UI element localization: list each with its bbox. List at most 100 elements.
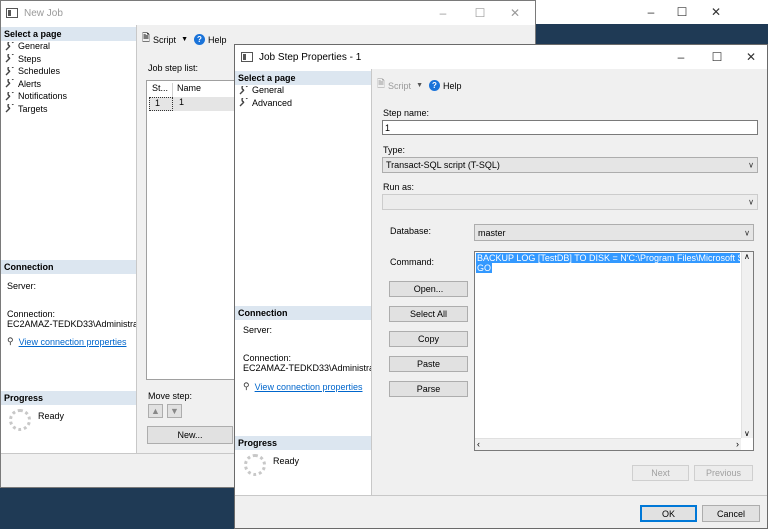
type-label: Type: — [383, 145, 406, 155]
new-job-title: New Job — [24, 7, 63, 19]
page-item-targets[interactable]: Targets — [1, 102, 136, 116]
dialog-footer: OK Cancel — [235, 495, 767, 528]
scroll-left-icon[interactable]: ‹ — [477, 439, 480, 449]
command-line-2: GO — [476, 263, 493, 273]
previous-button[interactable]: Previous — [694, 465, 753, 481]
page-item-notifications[interactable]: Notifications — [1, 90, 136, 103]
script-dropdown-icon[interactable]: ▼ — [416, 82, 423, 89]
database-value: master — [478, 227, 506, 238]
job-step-properties-dialog: Job Step Properties - 1 – ☐ ✕ Select a p… — [234, 44, 768, 529]
maximize-icon[interactable]: ☐ — [701, 45, 733, 69]
ok-button[interactable]: OK — [640, 505, 697, 522]
dialog-left-pane: Select a page General Advanced Connectio… — [235, 69, 371, 495]
job-step-list[interactable]: St... Name 1 1 — [146, 80, 238, 380]
page-item-general[interactable]: General — [1, 40, 136, 53]
new-job-toolbar: 🗎 Script ▼ ? Help — [142, 31, 227, 48]
help-button[interactable]: Help — [443, 81, 462, 91]
type-select[interactable]: Transact-SQL script (T-SQL) ∨ — [382, 157, 758, 173]
connection-header: Connection — [1, 260, 136, 274]
move-down-button[interactable]: ▼ — [167, 404, 182, 418]
dialog-titlebar: Job Step Properties - 1 – ☐ ✕ — [235, 45, 767, 69]
view-connection-link[interactable]: ⚲ View connection properties — [243, 381, 363, 392]
command-textarea[interactable]: BACKUP LOG [TestDB] TO DISK = N'C:\Progr… — [474, 251, 754, 451]
move-step-label: Move step: — [148, 391, 193, 401]
table-row[interactable]: 1 1 — [149, 97, 237, 111]
help-icon[interactable]: ? — [194, 34, 205, 45]
divider — [371, 69, 372, 495]
scroll-right-icon[interactable]: › — [736, 439, 739, 449]
column-header-step[interactable]: St... — [149, 83, 173, 97]
page-list: General Advanced — [235, 84, 371, 109]
page-item-alerts[interactable]: Alerts — [1, 77, 136, 91]
wrench-icon — [5, 52, 14, 63]
page-label: General — [18, 41, 51, 52]
maximize-icon[interactable]: ☐ — [464, 1, 496, 25]
minimize-icon[interactable]: – — [635, 0, 667, 24]
next-button[interactable]: Next — [632, 465, 689, 481]
page-label: Alerts — [18, 78, 42, 89]
page-label: Targets — [18, 103, 48, 114]
dialog-toolbar: 🗎 Script ▼ ? Help — [377, 77, 462, 94]
move-up-button[interactable]: ▲ — [148, 404, 163, 418]
connection-label: Connection: — [7, 309, 56, 319]
close-icon[interactable]: ✕ — [499, 1, 531, 25]
vertical-scrollbar[interactable]: ∧ ∨ — [741, 252, 753, 438]
job-step-list-label: Job step list: — [148, 63, 199, 73]
list-header: St... Name — [149, 83, 237, 97]
progress-status: Ready — [273, 456, 300, 466]
script-dropdown-icon[interactable]: ▼ — [181, 36, 188, 43]
close-icon[interactable]: ✕ — [700, 0, 732, 24]
command-line-1: BACKUP LOG [TestDB] TO DISK = N'C:\Progr… — [476, 253, 740, 263]
maximize-icon[interactable]: ☐ — [666, 0, 698, 24]
server-label: Server: — [243, 325, 273, 335]
new-step-button[interactable]: New... — [147, 426, 233, 444]
chevron-down-icon: ∨ — [744, 228, 750, 237]
script-button[interactable]: Script — [388, 81, 411, 91]
parse-button[interactable]: Parse — [389, 381, 468, 397]
step-name-field[interactable]: 1 — [382, 120, 758, 135]
page-item-advanced[interactable]: Advanced — [235, 96, 371, 110]
page-item-general[interactable]: General — [235, 84, 371, 97]
close-icon[interactable]: ✕ — [735, 45, 767, 69]
script-icon[interactable]: 🗎 — [377, 77, 385, 94]
open-button[interactable]: Open... — [389, 281, 468, 297]
minimize-icon[interactable]: – — [427, 1, 459, 25]
new-job-left-pane: Select a page General Steps Schedules Al… — [1, 25, 136, 453]
script-icon[interactable]: 🗎 — [142, 31, 150, 48]
run-as-select[interactable]: ∨ — [382, 194, 758, 210]
cancel-button[interactable]: Cancel — [702, 505, 760, 522]
copy-button[interactable]: Copy — [389, 331, 468, 347]
connection-header: Connection — [235, 306, 371, 320]
help-button[interactable]: Help — [208, 35, 227, 45]
dialog-title: Job Step Properties - 1 — [259, 51, 362, 63]
page-label: Notifications — [18, 91, 68, 102]
wrench-icon — [5, 77, 14, 88]
scroll-up-icon[interactable]: ∧ — [744, 252, 750, 261]
help-icon[interactable]: ? — [429, 80, 440, 91]
progress-status: Ready — [38, 411, 65, 421]
select-all-button[interactable]: Select All — [389, 306, 468, 322]
page-item-schedules[interactable]: Schedules — [1, 65, 136, 78]
view-connection-text[interactable]: View connection properties — [19, 337, 127, 347]
scroll-down-icon[interactable]: ∨ — [744, 429, 750, 438]
paste-button[interactable]: Paste — [389, 356, 468, 372]
progress-spinner-icon — [244, 454, 266, 476]
page-label: Steps — [18, 53, 42, 64]
horizontal-scrollbar[interactable]: ‹ › — [475, 438, 741, 450]
wrench-icon — [5, 102, 14, 113]
select-page-header: Select a page — [235, 71, 371, 85]
page-label: Schedules — [18, 66, 61, 77]
script-button[interactable]: Script — [153, 35, 176, 45]
page-label: Advanced — [252, 97, 293, 108]
new-job-titlebar: New Job – ☐ ✕ — [1, 1, 535, 25]
column-header-name[interactable]: Name — [173, 83, 201, 97]
database-select[interactable]: master ∨ — [474, 224, 754, 241]
page-item-steps[interactable]: Steps — [1, 52, 136, 66]
select-page-header: Select a page — [1, 27, 136, 41]
connection-value: EC2AMAZ-TEDKD33\Administrator — [243, 363, 371, 373]
window-icon — [6, 8, 18, 18]
cell-name: 1 — [179, 97, 185, 107]
view-connection-link[interactable]: ⚲ View connection properties — [7, 336, 127, 347]
view-connection-text[interactable]: View connection properties — [255, 382, 363, 392]
minimize-icon[interactable]: – — [665, 45, 697, 69]
